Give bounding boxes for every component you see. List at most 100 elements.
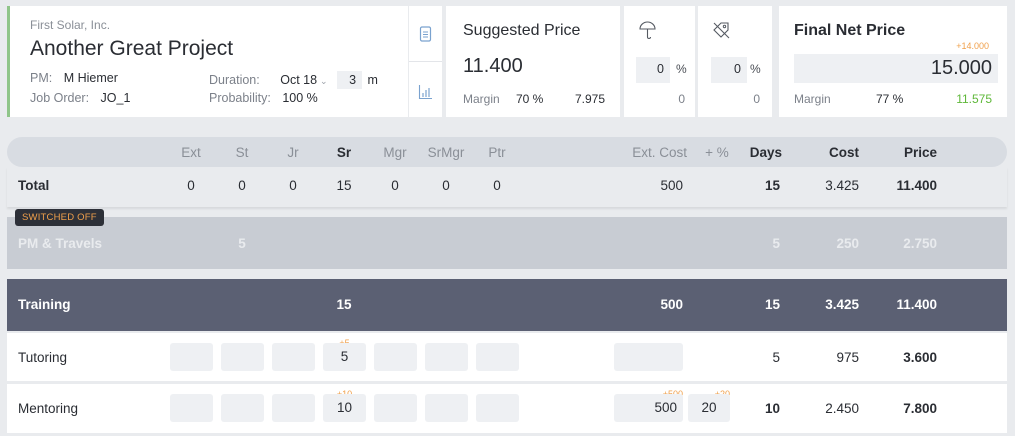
col-cost: Cost xyxy=(829,145,859,160)
mentoring-sr-input[interactable]: 10 xyxy=(323,394,366,422)
training-days: 15 xyxy=(764,297,780,312)
price-discount-result: 0 xyxy=(753,92,760,106)
suggested-price-card: Suggested Price 11.400 Margin 70 % 7.975 xyxy=(446,6,620,117)
suggested-margin-pct: 70 % xyxy=(516,92,544,106)
risk-discount-result: 0 xyxy=(678,92,685,106)
tutoring-days: 5 xyxy=(772,350,780,365)
training-cost: 3.425 xyxy=(825,297,859,312)
pm-value[interactable]: M Hiemer xyxy=(64,71,118,85)
col-ext: Ext xyxy=(181,145,201,160)
mentoring-ext-cost-input[interactable]: 500 xyxy=(614,394,683,422)
tutoring-ext-cost-input[interactable] xyxy=(614,343,683,371)
duration-label: Duration: xyxy=(209,73,260,87)
chevron-down-icon: ⌄ xyxy=(320,76,328,86)
pm-label: PM: xyxy=(30,71,53,85)
icon-divider xyxy=(409,61,442,62)
duration-row: Duration: Oct 18 ⌄ 3 m xyxy=(209,71,378,89)
total-row: Total 0 0 0 15 0 0 0 500 15 3.425 11.400 xyxy=(7,167,1007,207)
duration-start-select[interactable]: Oct 18 ⌄ xyxy=(280,73,331,87)
client-name: First Solar, Inc. xyxy=(30,18,111,32)
mentoring-plus-input[interactable]: 20 xyxy=(688,394,730,422)
price-discount-unit: % xyxy=(750,62,761,76)
training-label: Training xyxy=(18,297,71,312)
total-cost: 3.425 xyxy=(825,178,859,193)
mentoring-days: 10 xyxy=(764,401,780,416)
mentoring-price: 7.800 xyxy=(903,401,937,416)
mentoring-srmgr-input[interactable] xyxy=(425,394,468,422)
price-discount-card: 0 % 0 xyxy=(698,6,772,117)
training-ext-cost: 500 xyxy=(660,297,683,312)
total-mgr: 0 xyxy=(391,178,399,193)
col-sr: Sr xyxy=(336,145,352,160)
total-ext: 0 xyxy=(187,178,195,193)
pm-travels-label: PM & Travels xyxy=(18,236,103,251)
risk-discount-card: 0 % 0 xyxy=(624,6,695,117)
final-margin-pct: 77 % xyxy=(876,92,904,106)
tutoring-ext-input[interactable] xyxy=(170,343,213,371)
training-price: 11.400 xyxy=(896,297,937,312)
mentoring-jr-input[interactable] xyxy=(272,394,315,422)
final-price-delta: +14.000 xyxy=(956,41,989,51)
mentoring-cost: 2.450 xyxy=(825,401,859,416)
col-st: St xyxy=(235,145,249,160)
final-margin-value: 11.575 xyxy=(956,92,992,106)
job-order-row: Job Order: JO_1 xyxy=(30,91,130,105)
training-row[interactable]: Training 15 500 15 3.425 11.400 xyxy=(7,279,1007,331)
final-price-heading: Final Net Price xyxy=(794,22,906,39)
final-net-price-card: Final Net Price +14.000 15.000 Margin 77… xyxy=(779,6,1007,117)
risk-discount-input[interactable]: 0 xyxy=(636,57,670,83)
total-ptr: 0 xyxy=(493,178,501,193)
probability-value[interactable]: 100 % xyxy=(282,91,317,105)
job-order-value[interactable]: JO_1 xyxy=(101,91,131,105)
col-jr: Jr xyxy=(287,145,299,160)
pm-row: PM: M Hiemer xyxy=(30,71,118,85)
tag-off-icon xyxy=(712,21,731,45)
duration-unit: m xyxy=(367,73,378,87)
col-mgr: Mgr xyxy=(383,145,407,160)
tutoring-jr-input[interactable] xyxy=(272,343,315,371)
duration-input[interactable]: 3 xyxy=(337,71,363,89)
project-title: Another Great Project xyxy=(30,37,234,60)
suggested-price-value: 11.400 xyxy=(463,55,523,77)
col-ext-cost: Ext. Cost xyxy=(632,145,687,160)
tutoring-price: 3.600 xyxy=(903,350,937,365)
tutoring-mgr-input[interactable] xyxy=(374,343,417,371)
total-ext-cost: 500 xyxy=(660,178,683,193)
job-order-label: Job Order: xyxy=(30,91,90,105)
switched-off-badge[interactable]: SWITCHED OFF xyxy=(15,209,104,226)
tutoring-st-input[interactable] xyxy=(221,343,264,371)
umbrella-icon xyxy=(639,21,656,45)
total-jr: 0 xyxy=(289,178,297,193)
mentoring-st-input[interactable] xyxy=(221,394,264,422)
pm-travels-days: 5 xyxy=(772,236,780,251)
total-label: Total xyxy=(18,178,50,193)
final-price-input[interactable]: 15.000 xyxy=(794,54,998,83)
tutoring-srmgr-input[interactable] xyxy=(425,343,468,371)
price-discount-input[interactable]: 0 xyxy=(711,57,747,83)
pm-travels-price: 2.750 xyxy=(903,236,937,251)
chart-icon[interactable] xyxy=(418,84,433,100)
col-days: Days xyxy=(749,145,782,160)
mentoring-row: Mentoring +10 10 +500 500 +20 20 10 2.45… xyxy=(7,384,1007,433)
pm-travels-cost: 250 xyxy=(836,236,859,251)
mentoring-ext-input[interactable] xyxy=(170,394,213,422)
total-srmgr: 0 xyxy=(442,178,450,193)
total-sr: 15 xyxy=(336,178,352,193)
tutoring-ptr-input[interactable] xyxy=(476,343,519,371)
mentoring-mgr-input[interactable] xyxy=(374,394,417,422)
project-card: First Solar, Inc. Another Great Project … xyxy=(7,6,408,117)
col-price: Price xyxy=(903,145,937,160)
pm-travels-row[interactable]: PM & Travels 5 5 250 2.750 xyxy=(7,217,1007,269)
tutoring-sr-input[interactable]: 5 xyxy=(323,343,366,371)
document-icon[interactable] xyxy=(418,26,433,42)
total-st: 0 xyxy=(238,178,246,193)
duration-start-value: Oct 18 xyxy=(280,73,318,87)
tutoring-row: Tutoring +5 5 5 975 3.600 xyxy=(7,333,1007,381)
total-price: 11.400 xyxy=(896,178,937,193)
tutoring-label: Tutoring xyxy=(18,350,68,365)
probability-row: Probability: 100 % xyxy=(209,91,318,105)
suggested-price-heading: Suggested Price xyxy=(463,22,581,39)
final-margin-label: Margin xyxy=(794,92,831,106)
col-srmgr: SrMgr xyxy=(427,145,465,160)
mentoring-ptr-input[interactable] xyxy=(476,394,519,422)
